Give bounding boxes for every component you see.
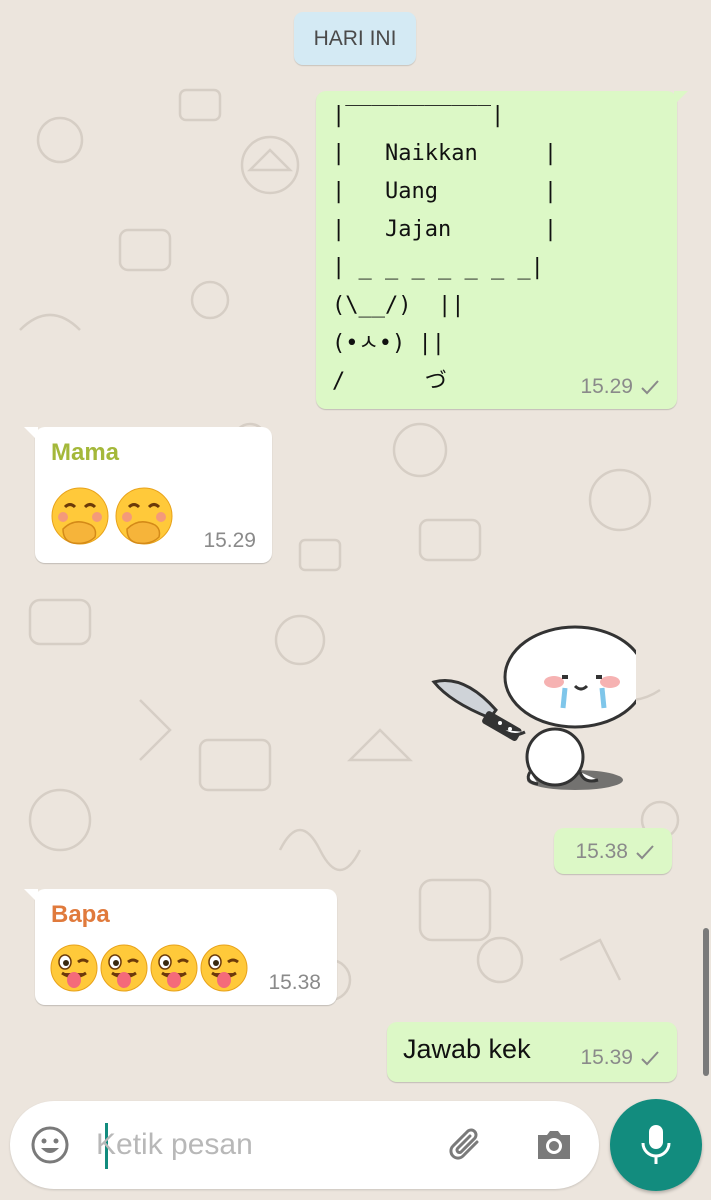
sent-check-icon (636, 845, 654, 860)
message-text: Jawab kek (403, 1034, 531, 1064)
camera-icon[interactable] (532, 1123, 576, 1167)
face-with-hand-over-mouth-icon (115, 487, 173, 545)
message-text: |‾‾‾‾‾‾‾‾‾‾‾| | Naikkan | | Uang | | Jaj… (332, 103, 558, 394)
message-meta: 15.38 (268, 971, 321, 995)
winking-face-with-tongue-icon (150, 944, 198, 992)
sender-name: Bapa (51, 901, 110, 928)
message-time: 15.29 (580, 375, 633, 398)
emoji-row (49, 943, 249, 993)
message-meta: 15.29 (203, 529, 256, 553)
outgoing-message-bubble[interactable]: |‾‾‾‾‾‾‾‾‾‾‾| | Naikkan | | Uang | | Jaj… (316, 91, 688, 409)
face-with-hand-over-mouth-icon (51, 487, 109, 545)
message-meta: 15.39 (580, 1046, 661, 1070)
winking-face-with-tongue-icon (50, 944, 98, 992)
attach-icon[interactable] (444, 1123, 488, 1167)
voice-record-button[interactable] (610, 1099, 702, 1191)
date-pill: HARI INI (294, 12, 416, 65)
emoji-row (49, 485, 175, 547)
message-time: 15.29 (203, 529, 256, 552)
message-time: 15.38 (575, 840, 628, 863)
sender-name: Mama (51, 439, 120, 466)
crying-bun-with-knife-sticker[interactable] (430, 622, 636, 794)
winking-face-with-tongue-icon (100, 944, 148, 992)
message-input[interactable]: Ketik pesan (96, 1101, 253, 1189)
sent-check-icon (641, 1051, 659, 1066)
outgoing-message-bubble[interactable]: Jawab kek 15.39 (387, 1022, 677, 1082)
incoming-message-bubble[interactable]: Mama 15.29 (24, 427, 272, 563)
message-meta: 15.38 (575, 840, 656, 864)
emoji-icon[interactable] (28, 1123, 72, 1167)
incoming-message-bubble[interactable]: Bapa 15.38 (24, 889, 337, 1005)
message-meta: 15.29 (580, 375, 661, 399)
mic-icon (641, 1125, 671, 1164)
sent-check-icon (641, 380, 659, 395)
winking-face-with-tongue-icon (200, 944, 248, 992)
scrollbar[interactable] (703, 928, 709, 1076)
message-time: 15.38 (268, 971, 321, 994)
sticker-time-bubble: 15.38 (554, 828, 672, 874)
message-composer[interactable]: Ketik pesan (10, 1101, 599, 1189)
message-time: 15.39 (580, 1046, 633, 1069)
